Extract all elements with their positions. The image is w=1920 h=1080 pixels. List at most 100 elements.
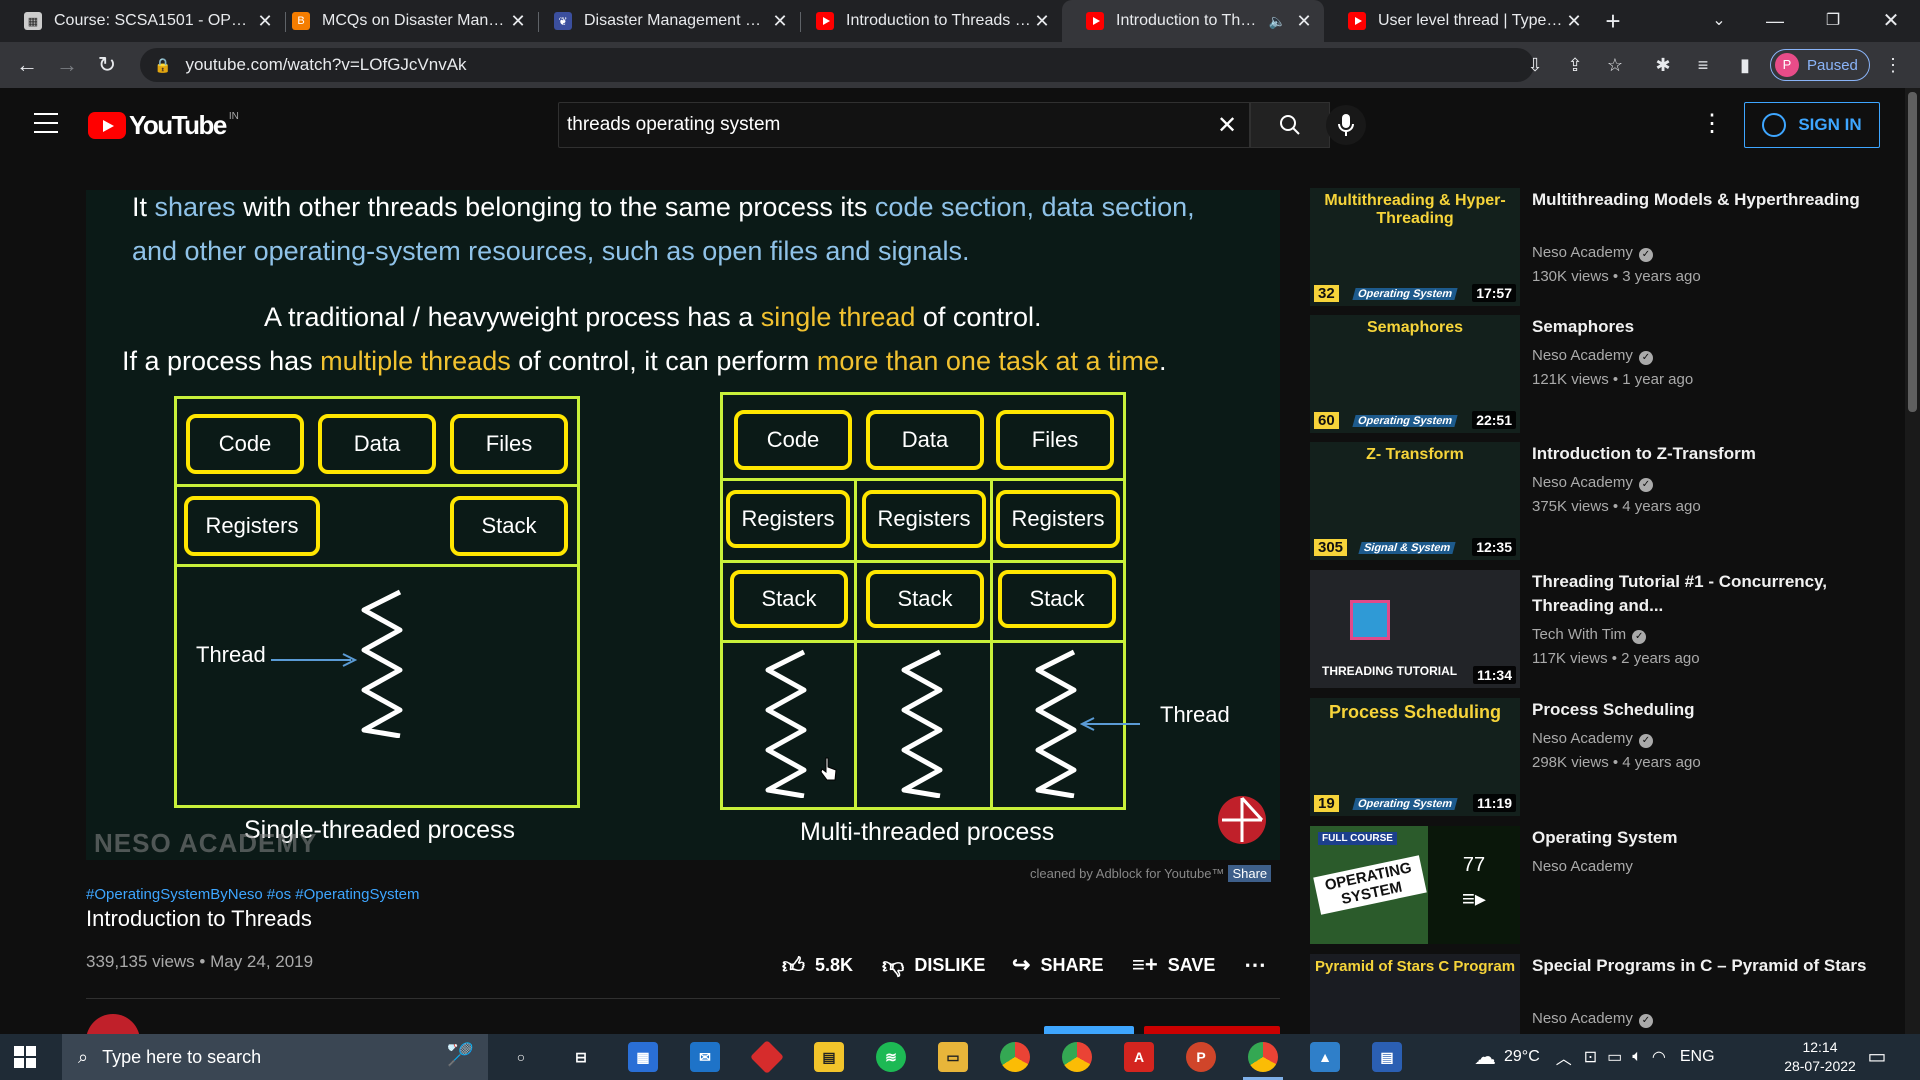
related-playlist-item[interactable]: FULL COURSE OPERATING SYSTEM 77 ≡▸ Opera… [1310,826,1870,944]
language-indicator[interactable]: ENG [1680,1048,1715,1066]
close-icon[interactable]: ✕ [770,11,790,32]
search-input[interactable] [567,114,1205,136]
related-channel[interactable]: Tech With Tim ✓ [1532,626,1647,644]
restore-icon[interactable]: ❐ [1818,6,1848,36]
acrobat-icon[interactable]: A [1124,1042,1154,1072]
browser-tab[interactable]: User level thread | Types of ✕ [1324,0,1594,42]
mail-icon[interactable]: ✉ [690,1042,720,1072]
related-video-item[interactable]: THREADING TUTORIAL 11:34 Threading Tutor… [1310,570,1870,688]
tray-overflow-icon[interactable]: ︿ [1556,1045,1572,1069]
side-panel-icon[interactable]: ▮ [1732,52,1758,78]
close-icon[interactable]: ✕ [1564,11,1584,32]
scrollbar-thumb[interactable] [1908,92,1917,412]
sign-in-button[interactable]: SIGN IN [1744,102,1880,148]
search-field[interactable]: ✕ [558,102,1250,148]
related-title[interactable]: Threading Tutorial #1 - Concurrency, Thr… [1532,570,1867,618]
spotify-icon[interactable]: ≋ [876,1042,906,1072]
back-icon[interactable]: ← [12,50,42,80]
playlist-thumbnail[interactable]: FULL COURSE OPERATING SYSTEM 77 ≡▸ [1310,826,1520,944]
extensions-icon[interactable]: ✱ [1650,52,1676,78]
adblock-share-button[interactable]: Share [1228,865,1272,882]
related-video-item[interactable]: Process Scheduling 19 Operating System 1… [1310,698,1870,816]
install-icon[interactable]: ⇩ [1522,52,1548,78]
powerpoint-icon[interactable]: P [1186,1042,1216,1072]
video-hashtags[interactable]: #OperatingSystemByNeso #os #OperatingSys… [86,886,420,903]
channel-avatar[interactable] [86,1014,140,1034]
anydesk-icon[interactable] [750,1040,784,1074]
more-actions-button[interactable]: ⋯ [1244,950,1276,980]
cortana-icon[interactable]: ○ [506,1042,536,1072]
page-scrollbar[interactable] [1905,88,1920,1034]
browser-tab[interactable]: ❦ Disaster Management & Pla ✕ [530,0,800,42]
youtube-logo[interactable]: YouTube IN [88,110,239,141]
profile-button[interactable]: P Paused [1770,49,1870,81]
media-control-icon[interactable]: ≡ [1690,52,1716,78]
related-title[interactable]: Special Programs in C – Pyramid of Stars [1532,954,1867,978]
video-thumbnail[interactable]: Semaphores 60 Operating System 22:51 [1310,315,1520,433]
word-document-icon[interactable]: ▤ [1372,1042,1402,1072]
related-channel[interactable]: Neso Academy ✓ [1532,730,1653,748]
related-video-item[interactable]: Pyramid of Stars C Program Special Progr… [1310,954,1870,1034]
video-thumbnail[interactable]: Pyramid of Stars C Program [1310,954,1520,1034]
video-thumbnail[interactable]: Z- Transform 305 Signal & System 12:35 [1310,442,1520,560]
video-player[interactable]: It shares with other threads belonging t… [86,190,1280,860]
chrome-profile-icon[interactable] [1062,1042,1092,1072]
browser-tab[interactable]: Introduction to Threads - Yo ✕ [792,0,1062,42]
sticky-notes-icon[interactable]: ▤ [814,1042,844,1072]
browser-tab-active[interactable]: Introduction to Thread 🔈 ✕ [1062,0,1324,42]
related-channel[interactable]: Neso Academy ✓ [1532,347,1653,365]
network-icon[interactable]: ⊡ [1584,1047,1597,1067]
related-title[interactable]: Operating System [1532,826,1867,850]
new-tab-icon[interactable]: + [1598,6,1628,36]
bookmark-star-icon[interactable]: ☆ [1602,52,1628,78]
related-title[interactable]: Semaphores [1532,315,1867,339]
photos-icon[interactable]: ▲ [1310,1042,1340,1072]
browser-tab[interactable]: B MCQs on Disaster Manager ✕ [268,0,538,42]
share-page-icon[interactable]: ⇪ [1562,52,1588,78]
wifi-icon[interactable]: ◠ [1652,1047,1666,1067]
close-icon[interactable]: ✕ [1294,11,1314,32]
like-button[interactable]: 👍︎ 5.8K [782,950,853,980]
hamburger-menu-icon[interactable] [34,113,58,133]
video-thumbnail[interactable]: Process Scheduling 19 Operating System 1… [1310,698,1520,816]
windows-start-icon[interactable] [14,1046,36,1068]
save-button[interactable]: ≡+ SAVE [1132,950,1215,980]
close-icon[interactable]: ✕ [1032,11,1052,32]
chrome-icon[interactable] [1000,1042,1030,1072]
notification-icon[interactable]: ▭ [1864,1044,1890,1070]
minimize-icon[interactable]: — [1760,6,1790,36]
microsoft-store-icon[interactable]: ▦ [628,1042,658,1072]
share-button[interactable]: ↪ SHARE [1012,950,1103,980]
related-channel[interactable]: Neso Academy ✓ [1532,474,1653,492]
related-title[interactable]: Multithreading Models & Hyperthreading [1532,188,1867,212]
reload-icon[interactable]: ↻ [92,50,122,80]
browser-tab[interactable]: ▦ Course: SCSA1501 - OPERA ✕ [0,0,285,42]
video-thumbnail[interactable]: THREADING TUTORIAL 11:34 [1310,570,1520,688]
browser-menu-icon[interactable]: ⋮ [1880,52,1906,78]
related-title[interactable]: Introduction to Z-Transform [1532,442,1867,466]
related-title[interactable]: Process Scheduling [1532,698,1867,722]
dislike-button[interactable]: 👎︎ DISLIKE [882,950,985,980]
subscribe-button-edge[interactable] [1144,1026,1280,1034]
tab-search-icon[interactable]: ⌄ [1706,8,1732,34]
task-view-icon[interactable]: ⊟ [566,1042,596,1072]
voice-search-button[interactable] [1324,102,1368,148]
related-channel[interactable]: Neso Academy ✓ [1532,1010,1653,1028]
related-video-item[interactable]: Z- Transform 305 Signal & System 12:35 I… [1310,442,1870,560]
speaker-icon[interactable]: 🔈 [1269,13,1286,30]
video-thumbnail[interactable]: Multithreading & Hyper-Threading 32 Oper… [1310,188,1520,306]
related-channel[interactable]: Neso Academy ✓ [1532,244,1653,262]
search-button[interactable] [1250,102,1330,148]
related-video-item[interactable]: Multithreading & Hyper-Threading 32 Oper… [1310,188,1870,306]
close-icon[interactable]: ✕ [508,11,528,32]
address-bar[interactable]: 🔒 youtube.com/watch?v=LOfGJcVnvAk [140,48,1534,82]
battery-icon[interactable]: ▭ [1607,1047,1622,1067]
file-explorer-icon[interactable]: ▭ [938,1042,968,1072]
related-channel[interactable]: Neso Academy [1532,858,1633,875]
more-options-icon[interactable]: ⋮ [1700,110,1724,140]
weather-cloud-icon[interactable]: ☁ [1474,1044,1496,1070]
taskbar-search[interactable]: ⌕ Type here to search 🏸 [62,1034,488,1080]
forward-icon[interactable]: → [52,50,82,80]
clear-search-icon[interactable]: ✕ [1205,111,1249,140]
related-video-item[interactable]: Semaphores 60 Operating System 22:51 Sem… [1310,315,1870,433]
